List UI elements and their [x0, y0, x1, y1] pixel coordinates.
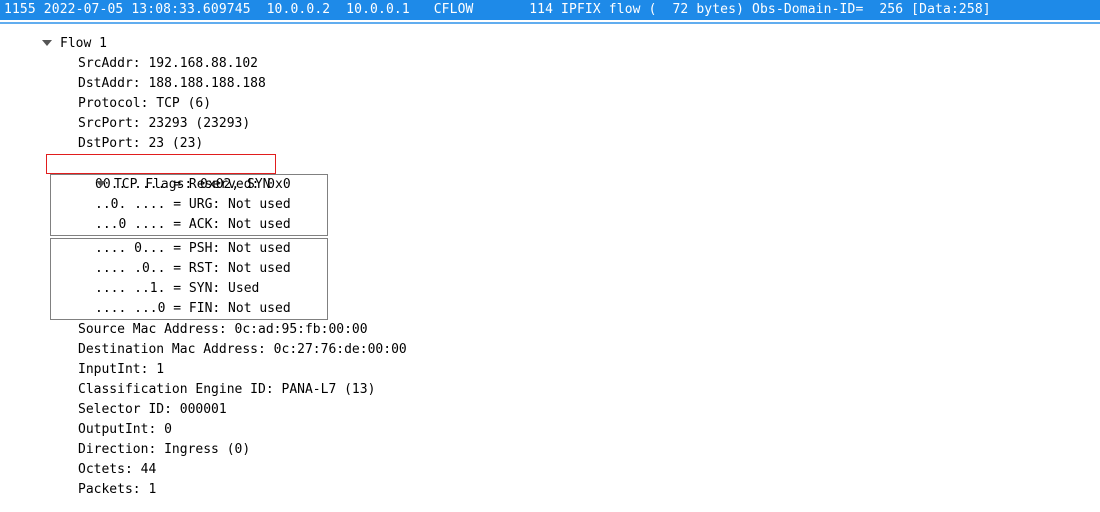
flag-urg: ..0. .... = URG: Not used [95, 195, 291, 215]
flag-bit-row[interactable]: .... ..1. = SYN: Used [95, 279, 327, 299]
field-row[interactable]: Selector ID: 000001 [78, 400, 1096, 420]
src-port: SrcPort: 23293 (23293) [78, 114, 250, 134]
dst-mac: Destination Mac Address: 0c:27:76:de:00:… [78, 340, 407, 360]
packet-info-bytes: 72 bytes) [657, 2, 745, 17]
dst-addr: DstAddr: 188.188.188.188 [78, 74, 266, 94]
packet-length: 114 [529, 2, 553, 17]
packet-no: 1155 [4, 2, 36, 17]
field-row[interactable]: SrcAddr: 192.168.88.102 [78, 54, 1096, 74]
tcp-flag-bits-box: .... 0... = PSH: Not used .... .0.. = RS… [50, 238, 328, 320]
flag-bit-row[interactable]: .... 0... = PSH: Not used [95, 239, 327, 259]
flag-syn: .... ..1. = SYN: Used [95, 279, 259, 299]
obs-domain-label: Obs-Domain-ID= [744, 2, 863, 17]
field-row[interactable]: Packets: 1 [78, 480, 1096, 500]
flag-rst: .... .0.. = RST: Not used [95, 259, 291, 279]
field-row[interactable]: OutputInt: 0 [78, 420, 1096, 440]
separator-line [0, 22, 1100, 24]
flag-psh: .... 0... = PSH: Not used [95, 239, 291, 259]
packets: Packets: 1 [78, 480, 156, 500]
protocol: Protocol: TCP (6) [78, 94, 211, 114]
ce-id: Classification Engine ID: PANA-L7 (13) [78, 380, 375, 400]
field-row[interactable]: Octets: 44 [78, 460, 1096, 480]
flow-header-row[interactable]: Flow 1 [42, 34, 1096, 54]
caret-down-icon[interactable] [42, 40, 52, 46]
selected-field-highlight: TCP Flags: 0x02, SYN [46, 154, 276, 174]
field-row[interactable]: Protocol: TCP (6) [78, 94, 1096, 114]
data-suffix: [Data:258] [903, 2, 991, 17]
field-row[interactable]: Source Mac Address: 0c:ad:95:fb:00:00 [78, 320, 1096, 340]
output-int: OutputInt: 0 [78, 420, 172, 440]
packet-timestamp: 2022-07-05 13:08:33.609745 [44, 2, 251, 17]
tcp-flags-header-row[interactable]: TCP Flags: 0x02, SYN [46, 154, 1096, 174]
field-row[interactable]: Classification Engine ID: PANA-L7 (13) [78, 380, 1096, 400]
packet-info-prefix: IPFIX flow ( [561, 2, 656, 17]
field-row[interactable]: InputInt: 1 [78, 360, 1096, 380]
obs-domain-val: 256 [863, 2, 903, 17]
flag-bit-row[interactable]: .... ...0 = FIN: Not used [95, 299, 327, 319]
flag-ack: ...0 .... = ACK: Not used [95, 215, 291, 235]
packet-dst-ip: 10.0.0.1 [346, 2, 410, 17]
flag-fin: .... ...0 = FIN: Not used [95, 299, 291, 319]
selector-id: Selector ID: 000001 [78, 400, 227, 420]
field-row[interactable]: Direction: Ingress (0) [78, 440, 1096, 460]
packet-summary-bar[interactable]: 1155 2022-07-05 13:08:33.609745 10.0.0.2… [0, 0, 1100, 20]
flag-bit-row[interactable]: .... .0.. = RST: Not used [95, 259, 327, 279]
field-row[interactable]: Destination Mac Address: 0c:27:76:de:00:… [78, 340, 1096, 360]
dst-port: DstPort: 23 (23) [78, 134, 203, 154]
direction: Direction: Ingress (0) [78, 440, 250, 460]
field-row[interactable]: SrcPort: 23293 (23293) [78, 114, 1096, 134]
input-int: InputInt: 1 [78, 360, 164, 380]
field-row[interactable]: DstPort: 23 (23) [78, 134, 1096, 154]
flag-bit-row[interactable]: ..0. .... = URG: Not used [95, 195, 327, 215]
flag-reserved: 00.. .... = Reserved: 0x0 [95, 175, 291, 195]
packet-details-tree: Flow 1 SrcAddr: 192.168.88.102 DstAddr: … [0, 30, 1100, 512]
packet-src-ip: 10.0.0.2 [267, 2, 331, 17]
octets: Octets: 44 [78, 460, 156, 480]
flag-bit-row[interactable]: 00.. .... = Reserved: 0x0 [95, 175, 327, 195]
caret-down-icon[interactable] [96, 181, 106, 187]
packet-protocol: CFLOW [434, 2, 474, 17]
src-mac: Source Mac Address: 0c:ad:95:fb:00:00 [78, 320, 368, 340]
flow-header: Flow 1 [60, 34, 107, 54]
flag-bit-row[interactable]: ...0 .... = ACK: Not used [95, 215, 327, 235]
field-row[interactable]: DstAddr: 188.188.188.188 [78, 74, 1096, 94]
src-addr: SrcAddr: 192.168.88.102 [78, 54, 258, 74]
